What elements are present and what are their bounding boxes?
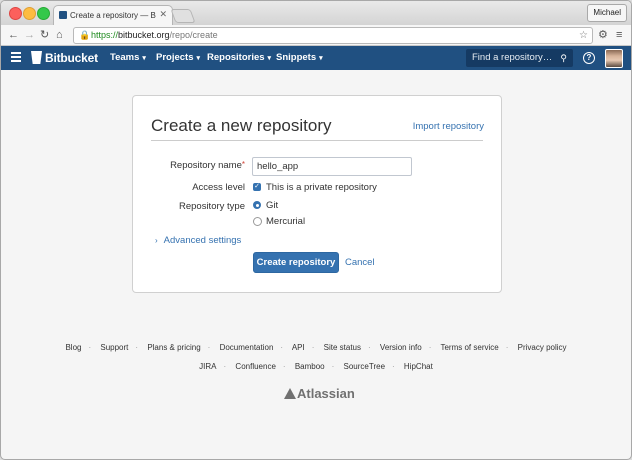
back-arrow-icon[interactable]: ← [8,28,19,42]
page-title: Create a new repository [151,116,332,135]
nav-projects[interactable]: Projects ▾ [156,52,200,63]
browser-toolbar: ← → ↻ ⌂ 🔒 https://bitbucket.org/repo/cre… [1,25,631,46]
footer-link-site-status[interactable]: Site status [324,343,361,352]
atlassian-logo[interactable]: Atlassian [284,386,355,401]
search-icon: ⚲ [560,53,567,63]
bitbucket-logo-icon[interactable] [31,51,42,64]
extension-gear-icon[interactable]: ⚙ [598,28,608,42]
git-radio-label[interactable]: Git [266,200,278,211]
create-repository-card: Create a new repository Import repositor… [132,95,502,293]
footer-link-terms[interactable]: Terms of service [440,343,498,352]
footer-link-hipchat[interactable]: HipChat [404,362,433,371]
bitbucket-logo[interactable]: Bitbucket [45,51,98,65]
title-divider [151,140,483,141]
footer-link-sourcetree[interactable]: SourceTree [344,362,386,371]
import-repository-link[interactable]: Import repository [413,121,484,132]
bookmark-star-icon[interactable]: ☆ [579,28,588,43]
repository-name-label: Repository name* [170,160,245,171]
address-bar[interactable]: 🔒 https://bitbucket.org/repo/create ☆ [73,27,593,44]
footer-link-confluence[interactable]: Confluence [235,362,275,371]
footer-link-plans[interactable]: Plans & pricing [147,343,200,352]
private-repository-checkbox[interactable]: ✓ [253,183,261,191]
footer-link-support[interactable]: Support [100,343,128,352]
maximize-window-button[interactable] [37,7,50,20]
private-repository-label[interactable]: This is a private repository [266,182,377,193]
footer-link-api[interactable]: API [292,343,305,352]
git-radio[interactable] [253,201,261,209]
chevron-down-icon: ▾ [267,55,272,62]
chevron-down-icon: ▾ [196,55,201,62]
lock-icon: 🔒 [79,30,91,40]
footer-link-blog[interactable]: Blog [65,343,81,352]
url-text: https://bitbucket.org/repo/create [91,30,218,40]
hamburger-menu-icon[interactable] [11,52,21,65]
repository-type-label: Repository type [178,201,245,212]
footer-link-privacy[interactable]: Privacy policy [518,343,567,352]
nav-snippets[interactable]: Snippets ▾ [276,52,323,63]
help-icon[interactable]: ? [583,52,595,64]
new-tab-button[interactable] [170,9,196,23]
access-level-label: Access level [192,182,245,193]
footer-link-documentation[interactable]: Documentation [220,343,274,352]
browser-tab[interactable]: Create a repository — Bitbucket ✕ [53,5,173,26]
footer-link-version-info[interactable]: Version info [380,343,422,352]
advanced-settings-toggle[interactable]: › Advanced settings [155,235,241,246]
footer-link-jira[interactable]: JIRA [199,362,216,371]
home-icon[interactable]: ⌂ [56,28,63,42]
tab-strip: Create a repository — Bitbucket ✕ Michae… [1,1,631,26]
browser-menu-icon[interactable]: ≡ [616,28,622,42]
footer-links-primary: Blog · Support · Plans & pricing · Document… [65,343,567,352]
close-window-button[interactable] [9,7,22,20]
footer-links-products: JIRA · Confluence · Bamboo · SourceTree · Hi… [199,362,433,371]
minimize-window-button[interactable] [23,7,36,20]
cancel-link[interactable]: Cancel [345,257,375,268]
nav-repositories[interactable]: Repositories ▾ [207,52,271,63]
tab-title: Create a repository — Bitbucket [70,11,156,20]
reload-icon[interactable]: ↻ [40,28,49,42]
mercurial-radio[interactable] [253,217,262,226]
browser-window: Create a repository — Bitbucket ✕ Michae… [0,0,632,460]
create-repository-button[interactable]: Create repository [253,252,339,273]
user-avatar[interactable] [605,49,623,68]
footer-link-bamboo[interactable]: Bamboo [295,362,325,371]
repository-name-input[interactable]: hello_app [252,157,412,176]
chevron-right-icon: › [155,236,158,245]
chevron-down-icon: ▾ [142,55,146,62]
required-asterisk: * [241,160,245,169]
atlassian-logo-icon [284,388,296,399]
repository-search-input[interactable]: Find a repository… ⚲ [466,49,573,67]
nav-teams[interactable]: Teams ▾ [110,52,146,63]
bitbucket-favicon-icon [59,11,67,19]
mercurial-radio-label[interactable]: Mercurial [266,216,305,227]
tab-close-icon[interactable]: ✕ [159,9,167,20]
forward-arrow-icon[interactable]: → [24,28,35,42]
app-header: Bitbucket Teams ▾ Projects ▾ Repositories ▾… [1,46,631,70]
profile-button[interactable]: Michael [587,4,627,22]
chevron-down-icon: ▾ [319,55,323,62]
